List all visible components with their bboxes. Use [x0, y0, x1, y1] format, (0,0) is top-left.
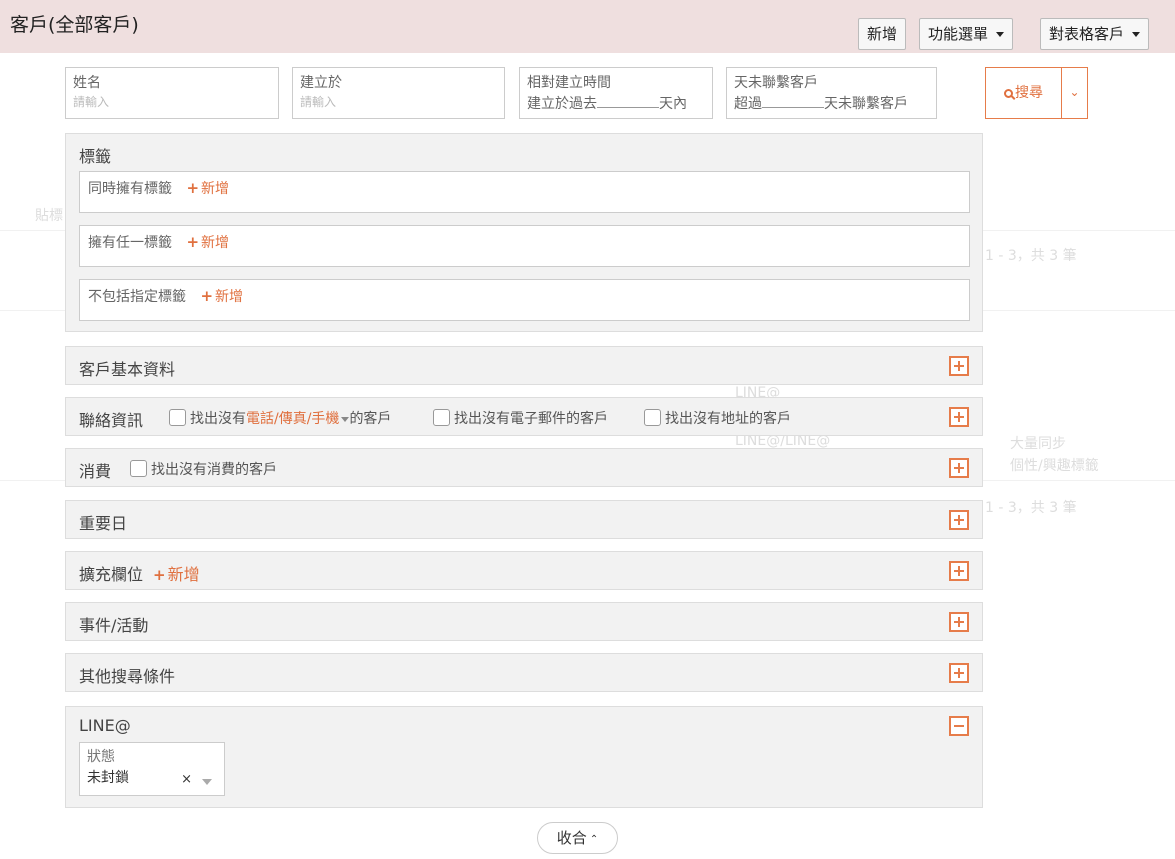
section-basic-info[interactable]: 客戶基本資料	[65, 346, 983, 385]
plus-icon: +	[200, 287, 214, 305]
tag-row-any[interactable]: 擁有任一標籤 + 新增	[79, 225, 970, 267]
expand-plus-icon[interactable]	[949, 561, 969, 581]
expand-plus-icon[interactable]	[949, 356, 969, 376]
days-input[interactable]	[597, 94, 659, 108]
table-customer-button[interactable]: 對表格客戶	[1040, 18, 1150, 50]
no-contact-days-input[interactable]	[762, 94, 824, 108]
plus-icon: +	[186, 179, 200, 197]
add-tag-link[interactable]: + 新增	[186, 233, 229, 251]
section-contact[interactable]: 聯絡資訊 找出沒有電話/傳真/手機 的客戶 找出沒有電子郵件的客戶 找出沒有地址的…	[65, 397, 983, 436]
expand-plus-icon[interactable]	[949, 458, 969, 478]
add-field-link[interactable]: + 新增	[153, 565, 200, 584]
background-chip: 大量同步	[1010, 436, 1066, 452]
chevron-down-icon: ⌄	[1069, 85, 1080, 99]
expand-plus-icon[interactable]	[949, 510, 969, 530]
no-spend-option[interactable]: 找出沒有消費的客戶	[130, 459, 277, 479]
created-at-field[interactable]: 建立於 請輸入	[292, 67, 505, 119]
background-tab-label: 貼標	[35, 208, 63, 224]
section-line: LINE@ 狀態 未封鎖 ×	[65, 706, 983, 808]
section-events[interactable]: 事件/活動	[65, 602, 983, 641]
name-field[interactable]: 姓名 請輸入	[65, 67, 279, 119]
no-email-option[interactable]: 找出沒有電子郵件的客戶	[433, 408, 608, 428]
expand-plus-icon[interactable]	[949, 612, 969, 632]
double-chevron-up-icon: ⌃	[589, 834, 599, 845]
section-extended-fields[interactable]: 擴充欄位 + 新增	[65, 551, 983, 590]
background-pagination: 1 - 3，共 3 筆	[985, 500, 1077, 516]
checkbox[interactable]	[433, 409, 450, 426]
collapse-minus-icon[interactable]	[949, 716, 969, 736]
section-other-criteria[interactable]: 其他搜尋條件	[65, 653, 983, 692]
add-tag-link[interactable]: + 新增	[186, 179, 229, 197]
section-important-dates[interactable]: 重要日	[65, 500, 983, 539]
name-input[interactable]: 請輸入	[73, 94, 271, 110]
tag-row-all[interactable]: 同時擁有標籤 + 新增	[79, 171, 970, 213]
page-header: 客戶(全部客戶) 新增 功能選單 對表格客戶	[0, 0, 1175, 53]
expand-plus-icon[interactable]	[949, 407, 969, 427]
expand-plus-icon[interactable]	[949, 663, 969, 683]
plus-icon: +	[153, 566, 166, 584]
background-pagination: 1 - 3，共 3 筆	[985, 248, 1077, 264]
relative-created-field[interactable]: 相對建立時間 建立於過去 天內	[519, 67, 713, 119]
created-at-input[interactable]: 請輸入	[300, 94, 497, 110]
collapse-button[interactable]: 收合 ⌃	[537, 822, 618, 854]
caret-down-icon	[1132, 32, 1141, 37]
section-spend[interactable]: 消費 找出沒有消費的客戶	[65, 448, 983, 487]
add-button[interactable]: 新增	[858, 18, 907, 50]
no-address-option[interactable]: 找出沒有地址的客戶	[644, 408, 791, 428]
caret-down-icon[interactable]	[202, 779, 212, 785]
search-button[interactable]: 搜尋	[985, 67, 1062, 119]
clear-icon[interactable]: ×	[181, 772, 192, 787]
tags-panel: 標籤 同時擁有標籤 + 新增 擁有任一標籤 + 新增 不包括指定標籤 + 新增	[65, 133, 983, 332]
checkbox[interactable]	[169, 409, 186, 426]
checkbox[interactable]	[130, 460, 147, 477]
line-status-select[interactable]: 狀態 未封鎖 ×	[79, 742, 225, 796]
no-phone-option[interactable]: 找出沒有電話/傳真/手機 的客戶	[169, 408, 391, 428]
search-options-toggle[interactable]: ⌄	[1061, 67, 1088, 119]
checkbox[interactable]	[644, 409, 661, 426]
add-tag-link[interactable]: + 新增	[200, 287, 243, 305]
plus-icon: +	[186, 233, 200, 251]
search-icon	[1004, 89, 1013, 98]
no-contact-field[interactable]: 天未聯繫客戶 超過 天未聯繫客戶	[726, 67, 937, 119]
tags-title: 標籤	[79, 147, 112, 166]
tag-row-exclude[interactable]: 不包括指定標籤 + 新增	[79, 279, 970, 321]
page-title: 客戶(全部客戶)	[10, 14, 139, 36]
function-menu-button[interactable]: 功能選單	[919, 18, 1014, 50]
background-chip: 個性/興趣標籤	[1010, 458, 1099, 474]
caret-down-icon	[996, 32, 1005, 37]
